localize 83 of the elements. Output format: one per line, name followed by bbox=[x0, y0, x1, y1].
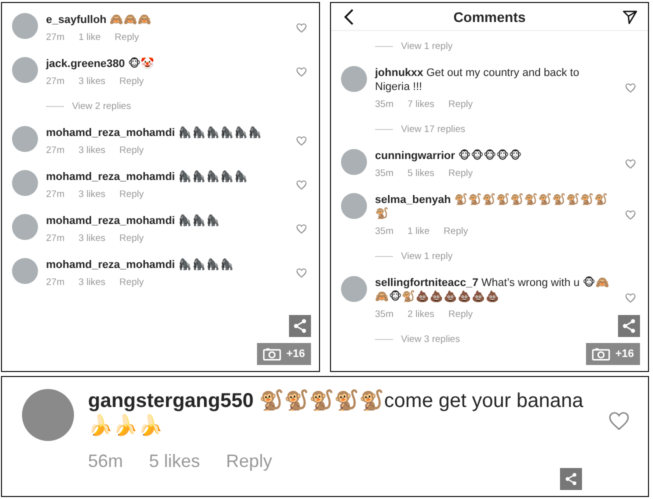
reply-link[interactable]: Reply bbox=[119, 277, 144, 288]
reply-link[interactable]: Reply bbox=[226, 451, 272, 472]
heart-icon[interactable] bbox=[625, 210, 636, 220]
view-replies-link[interactable]: View 2 replies bbox=[72, 101, 131, 112]
likes-link[interactable]: 5 likes bbox=[149, 451, 200, 472]
photo-count-button[interactable]: +16 bbox=[586, 343, 640, 365]
heart-icon[interactable] bbox=[296, 67, 307, 77]
avatar[interactable] bbox=[12, 13, 38, 39]
share-button[interactable] bbox=[289, 315, 311, 337]
comment-time: 35m bbox=[375, 99, 394, 110]
camera-icon bbox=[263, 347, 282, 361]
likes-link[interactable]: 3 likes bbox=[78, 76, 106, 87]
comment-time: 27m bbox=[46, 76, 64, 87]
photo-count-button[interactable]: +16 bbox=[257, 343, 311, 365]
likes-link[interactable]: 7 likes bbox=[407, 99, 434, 110]
heart-icon[interactable] bbox=[608, 411, 630, 431]
avatar[interactable] bbox=[12, 214, 38, 240]
comment-text: selma_benyah 🐒🐒🐒🐒🐒🐒🐒🐒🐒🐒🐒🐒 bbox=[375, 193, 609, 221]
avatar[interactable] bbox=[22, 389, 74, 441]
likes-link[interactable]: 2 likes bbox=[407, 309, 434, 320]
reply-link[interactable]: Reply bbox=[448, 168, 473, 179]
share-button[interactable] bbox=[618, 315, 640, 337]
comment-text: jack.greene380 🐵🤡 bbox=[46, 57, 156, 71]
reply-link[interactable]: Reply bbox=[114, 32, 139, 43]
reply-link[interactable]: Reply bbox=[448, 309, 473, 320]
comment-text: cunningwarrior 🐵🐵🐵🐵🐵 bbox=[375, 149, 523, 163]
share-button[interactable] bbox=[560, 468, 582, 490]
screen-title: Comments bbox=[453, 9, 526, 25]
reply-link[interactable]: Reply bbox=[119, 189, 144, 200]
avatar[interactable] bbox=[12, 170, 38, 196]
comment-text: mohamd_reza_mohamdi 🦍🦍🦍🦍🦍 bbox=[46, 170, 250, 184]
likes-link[interactable]: 3 likes bbox=[78, 189, 106, 200]
heart-icon[interactable] bbox=[625, 83, 636, 93]
heart-icon[interactable] bbox=[625, 159, 636, 169]
avatar[interactable] bbox=[341, 149, 367, 175]
comment-time: 27m bbox=[46, 233, 64, 244]
likes-link[interactable]: 1 like bbox=[78, 32, 101, 43]
avatar[interactable] bbox=[341, 193, 367, 219]
comment-text: sellingfortniteacc_7 What’s wrong with u 🐵🙈🙈🐵🐒💩💩💩💩💩💩 bbox=[375, 276, 610, 304]
share-icon bbox=[621, 318, 637, 334]
reply-link[interactable]: Reply bbox=[448, 99, 473, 110]
comment-time: 27m bbox=[46, 32, 64, 43]
comment-time: 35m bbox=[375, 168, 394, 179]
comment-time: 27m bbox=[46, 145, 64, 156]
view-replies-link[interactable]: View 3 replies bbox=[401, 334, 460, 345]
camera-icon bbox=[592, 347, 610, 361]
share-icon bbox=[564, 472, 578, 486]
comment-text: mohamd_reza_mohamdi 🦍🦍🦍 bbox=[46, 214, 222, 228]
avatar[interactable] bbox=[12, 57, 38, 83]
comment-text: e_sayfulloh 🙈🙈🙈 bbox=[46, 13, 153, 27]
comment-text: mohamd_reza_mohamdi 🦍🦍🦍🦍🦍🦍 bbox=[46, 126, 264, 140]
avatar[interactable] bbox=[341, 276, 367, 302]
comment-time: 27m bbox=[46, 277, 64, 288]
heart-icon[interactable] bbox=[296, 136, 307, 146]
likes-link[interactable]: 3 likes bbox=[78, 277, 106, 288]
reply-link[interactable]: Reply bbox=[119, 145, 144, 156]
comment-time: 56m bbox=[88, 451, 124, 472]
heart-icon[interactable] bbox=[296, 23, 307, 33]
comment-text: mohamd_reza_mohamdi 🦍🦍🦍🦍 bbox=[46, 258, 236, 272]
send-icon[interactable] bbox=[622, 8, 638, 26]
comment-time: 35m bbox=[375, 309, 394, 320]
comment-text: gangstergang550 🐒🐒🐒🐒🐒come get your banana🍌🍌🍌 bbox=[88, 389, 584, 439]
comment-time: 35m bbox=[375, 226, 394, 237]
heart-icon[interactable] bbox=[296, 268, 307, 278]
likes-link[interactable]: 5 likes bbox=[407, 168, 434, 179]
view-replies-link[interactable]: View 17 replies bbox=[401, 124, 466, 135]
avatar[interactable] bbox=[341, 66, 367, 92]
heart-icon[interactable] bbox=[625, 293, 636, 303]
comment-time: 27m bbox=[46, 189, 64, 200]
likes-link[interactable]: 3 likes bbox=[78, 145, 106, 156]
comment-text: johnukxx Get out my country and back to Nigeria !!! bbox=[375, 66, 580, 94]
heart-icon[interactable] bbox=[296, 180, 307, 190]
share-icon bbox=[292, 318, 308, 334]
likes-link[interactable]: 3 likes bbox=[78, 233, 106, 244]
reply-link[interactable]: Reply bbox=[119, 76, 144, 87]
likes-link[interactable]: 1 like bbox=[407, 226, 430, 237]
avatar[interactable] bbox=[12, 258, 38, 284]
reply-link[interactable]: Reply bbox=[444, 226, 468, 237]
reply-link[interactable]: Reply bbox=[119, 233, 144, 244]
view-replies-link[interactable]: View 1 reply bbox=[401, 41, 453, 52]
view-replies-link[interactable]: View 1 reply bbox=[401, 251, 453, 262]
heart-icon[interactable] bbox=[296, 224, 307, 234]
avatar[interactable] bbox=[12, 126, 38, 152]
